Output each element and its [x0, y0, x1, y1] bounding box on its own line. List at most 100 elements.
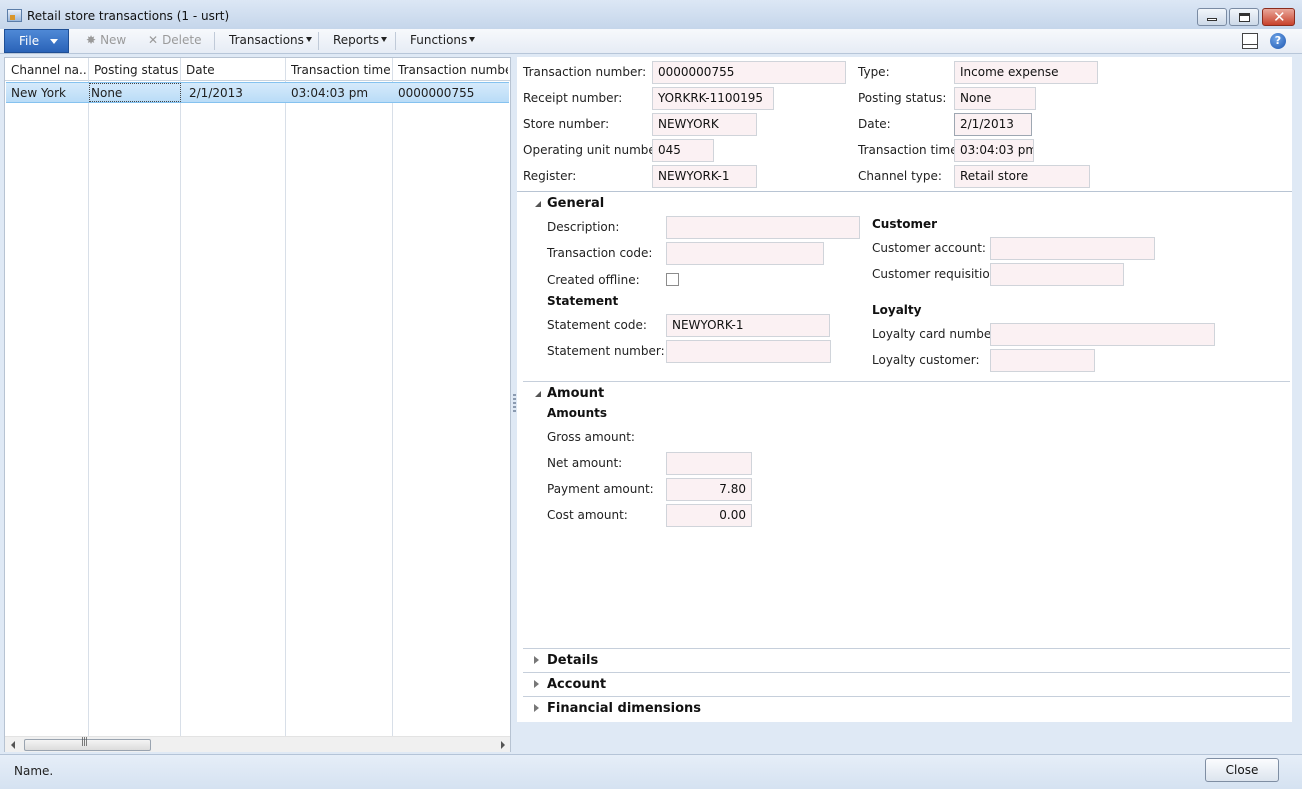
column-header-date[interactable]: Date	[186, 63, 284, 77]
general-section-header[interactable]: General	[523, 192, 1290, 216]
loyalty-group-title: Loyalty	[872, 303, 922, 317]
register-field[interactable]: NEWYORK-1	[652, 165, 757, 188]
loyalty-card-label: Loyalty card number:	[872, 327, 1000, 341]
statement-number-field[interactable]	[666, 340, 831, 363]
created-offline-label: Created offline:	[547, 273, 640, 287]
statement-number-label: Statement number:	[547, 344, 665, 358]
cell-transaction-time: 03:04:03 pm	[291, 86, 369, 100]
posting-status-field[interactable]: None	[954, 87, 1036, 110]
scroll-left-icon[interactable]	[11, 741, 15, 749]
grid-header: Channel na... Posting status Date Transa…	[5, 58, 510, 81]
cost-amount-field[interactable]: 0.00	[666, 504, 752, 527]
statement-group-title: Statement	[547, 294, 619, 308]
type-label: Type:	[858, 65, 890, 79]
toolbar-divider	[395, 32, 396, 50]
receipt-number-field[interactable]: YORKRK-1100195	[652, 87, 774, 110]
column-header-posting-status[interactable]: Posting status	[94, 63, 180, 77]
cell-posting-status: None	[91, 86, 123, 100]
scrollbar-thumb[interactable]	[24, 737, 151, 751]
help-icon[interactable]: ?	[1270, 33, 1286, 49]
channel-type-label: Channel type:	[858, 169, 942, 183]
transaction-number-label: Transaction number:	[523, 65, 647, 79]
loyalty-customer-field[interactable]	[990, 349, 1095, 372]
customer-account-label: Customer account:	[872, 241, 986, 255]
column-header-transaction-number[interactable]: Transaction number	[398, 63, 508, 77]
statement-code-label: Statement code:	[547, 318, 647, 332]
register-label: Register:	[523, 169, 577, 183]
scroll-right-icon[interactable]	[501, 741, 505, 749]
maximize-button[interactable]	[1229, 8, 1259, 26]
cost-amount-label: Cost amount:	[547, 508, 628, 522]
customer-requisition-field[interactable]	[990, 263, 1124, 286]
reports-menu[interactable]: Reports	[333, 33, 388, 47]
store-number-field[interactable]: NEWYORK	[652, 113, 757, 136]
type-field[interactable]: Income expense	[954, 61, 1098, 84]
layout-icon[interactable]	[1242, 33, 1258, 49]
title-bar: Retail store transactions (1 - usrt) ✕	[0, 0, 1302, 30]
new-label: New	[100, 33, 127, 47]
transactions-menu[interactable]: Transactions	[229, 33, 312, 47]
delete-label: Delete	[162, 33, 202, 47]
net-amount-field[interactable]	[666, 452, 752, 475]
close-button[interactable]: Close	[1205, 758, 1279, 782]
financial-dimensions-section-header[interactable]: Financial dimensions	[523, 696, 1290, 720]
transactions-grid: Channel na... Posting status Date Transa…	[4, 57, 511, 752]
details-section-header[interactable]: Details	[523, 648, 1290, 672]
functions-label: Functions	[410, 33, 468, 47]
dropdown-arrow-icon	[381, 37, 388, 42]
account-section-header[interactable]: Account	[523, 672, 1290, 696]
statement-code-field[interactable]: NEWYORK-1	[666, 314, 830, 337]
gross-amount-label: Gross amount:	[547, 430, 635, 444]
date-field[interactable]: 2/1/2013	[954, 113, 1032, 136]
splitter-handle[interactable]	[513, 394, 516, 414]
created-offline-checkbox[interactable]	[666, 273, 679, 286]
close-window-button[interactable]: ✕	[1262, 8, 1295, 26]
financial-dimensions-title: Financial dimensions	[547, 701, 702, 716]
payment-amount-field[interactable]: 7.80	[666, 478, 752, 501]
transaction-number-field[interactable]: 0000000755	[652, 61, 846, 84]
dropdown-arrow-icon	[305, 37, 312, 42]
expand-icon	[534, 704, 539, 712]
operating-unit-field[interactable]: 045	[652, 139, 714, 162]
horizontal-scrollbar[interactable]	[5, 736, 510, 752]
column-divider	[285, 58, 286, 736]
delete-button[interactable]: ✕ Delete	[148, 33, 202, 47]
action-pane: File ✸ New ✕ Delete Transactions Reports F…	[0, 29, 1302, 54]
loyalty-card-field[interactable]	[990, 323, 1215, 346]
table-row[interactable]: New York None 2/1/2013 03:04:03 pm 00000…	[6, 82, 509, 103]
customer-group-title: Customer	[872, 217, 938, 231]
window-title: Retail store transactions (1 - usrt)	[27, 9, 230, 23]
transaction-code-field[interactable]	[666, 242, 824, 265]
store-number-label: Store number:	[523, 117, 610, 131]
minimize-button[interactable]	[1197, 8, 1227, 26]
content-area: Channel na... Posting status Date Transa…	[0, 54, 1302, 754]
reports-label: Reports	[333, 33, 380, 47]
customer-requisition-label: Customer requisition:	[872, 267, 1002, 281]
file-menu-button[interactable]: File	[4, 29, 69, 53]
expand-icon	[534, 656, 539, 664]
transactions-label: Transactions	[229, 33, 304, 47]
details-title: Details	[547, 653, 599, 668]
description-field[interactable]	[666, 216, 860, 239]
maximize-icon	[1239, 13, 1250, 22]
dropdown-arrow-icon	[469, 37, 476, 42]
transaction-time-field[interactable]: 03:04:03 pm	[954, 139, 1034, 162]
posting-status-label: Posting status:	[858, 91, 947, 105]
amount-section-header[interactable]: Amount	[523, 381, 1290, 405]
channel-type-field[interactable]: Retail store	[954, 165, 1090, 188]
file-label: File	[19, 34, 40, 48]
close-icon: ✕	[1273, 8, 1286, 26]
cell-transaction-number: 0000000755	[398, 86, 475, 100]
account-title: Account	[547, 677, 607, 692]
operating-unit-label: Operating unit number:	[523, 143, 665, 157]
column-divider	[88, 58, 89, 736]
transaction-time-label: Transaction time:	[858, 143, 962, 157]
customer-account-field[interactable]	[990, 237, 1155, 260]
column-header-transaction-time[interactable]: Transaction time	[291, 63, 391, 77]
column-header-channel[interactable]: Channel na...	[11, 63, 87, 77]
description-label: Description:	[547, 220, 620, 234]
amounts-group-title: Amounts	[547, 406, 607, 420]
new-button[interactable]: ✸ New	[86, 33, 126, 47]
functions-menu[interactable]: Functions	[410, 33, 476, 47]
cell-channel: New York	[11, 86, 66, 100]
